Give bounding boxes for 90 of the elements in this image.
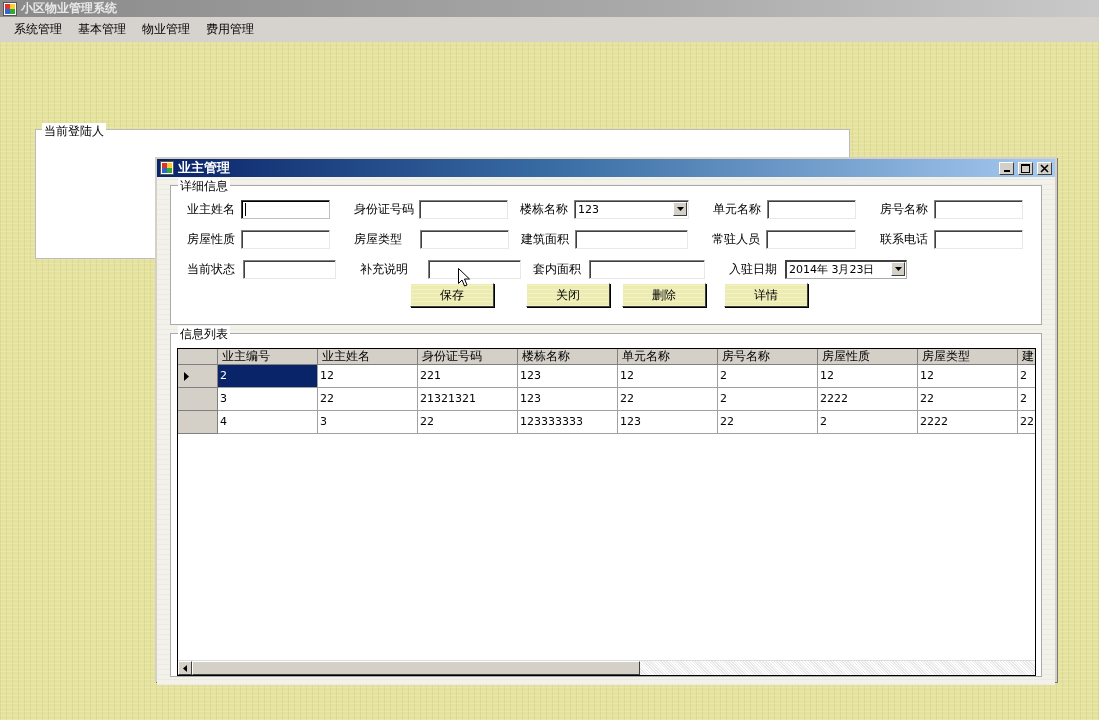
action-button[interactable]: 删除 [622, 283, 706, 307]
table-cell: 3 [318, 411, 418, 434]
text-field[interactable] [419, 199, 509, 219]
table-cell: 2 [1018, 365, 1035, 388]
group-title: 详细信息 [178, 178, 230, 195]
text-field[interactable] [589, 259, 705, 279]
table-cell: 123 [518, 365, 618, 388]
close-icon [1040, 163, 1049, 173]
horizontal-scrollbar[interactable] [178, 660, 1035, 675]
minimize-button[interactable] [999, 161, 1014, 175]
field-label: 套内面积 [532, 260, 582, 278]
table-cell: 2222 [818, 388, 918, 411]
text-field[interactable] [419, 229, 510, 249]
table-cell: 2 [1018, 388, 1035, 411]
table-cell: 12 [918, 365, 1018, 388]
table-cell: 22 [418, 411, 518, 434]
scroll-left-icon [183, 664, 187, 672]
table-cell: 123 [518, 388, 618, 411]
table-cell: 2 [718, 388, 818, 411]
table-cell: 123333333 [518, 411, 618, 434]
child-window-title: 业主管理 [178, 159, 230, 177]
table-cell: 22 [318, 388, 418, 411]
app-icon [160, 161, 174, 175]
table-cell: 3 [218, 388, 318, 411]
close-button[interactable] [1037, 161, 1052, 175]
table-cell: 2 [718, 365, 818, 388]
table-cell: 221 [418, 365, 518, 388]
text-field[interactable] [766, 199, 857, 219]
mouse-pointer-icon [458, 268, 470, 287]
date-picker-field[interactable]: 2014年 3月23日 [785, 259, 907, 279]
column-header[interactable]: 房号名称 [718, 349, 818, 365]
maximize-button[interactable] [1018, 161, 1033, 175]
field-label: 单元名称 [712, 200, 763, 218]
dropdown-field[interactable]: 123 [574, 199, 690, 219]
current-row-icon [184, 371, 189, 381]
text-field[interactable] [240, 199, 330, 219]
field-label: 房屋类型 [353, 230, 404, 248]
table-cell: 2 [818, 411, 918, 434]
action-button[interactable]: 详情 [724, 283, 808, 307]
field-label: 联系电话 [878, 230, 929, 248]
field-label: 当前状态 [186, 260, 236, 278]
field-label: 入驻日期 [728, 260, 778, 278]
field-label: 常驻人员 [711, 230, 762, 248]
column-header[interactable]: 房屋性质 [818, 349, 918, 365]
table-cell: 123 [618, 411, 718, 434]
field-label: 业主姓名 [186, 200, 236, 218]
column-header[interactable]: 房屋类型 [918, 349, 1018, 365]
text-field[interactable] [766, 229, 856, 249]
minimize-icon [1003, 169, 1010, 172]
table-cell: 4 [218, 411, 318, 434]
table-cell: 12 [818, 365, 918, 388]
group-title: 信息列表 [178, 326, 230, 343]
text-field[interactable] [933, 199, 1023, 219]
table-cell: 2 [218, 365, 318, 388]
column-header[interactable]: 身份证号码 [418, 349, 518, 365]
table-cell: 22 [1018, 411, 1035, 434]
menu-item[interactable]: 系统管理 [6, 21, 70, 38]
field-label: 补充说明 [359, 260, 409, 278]
text-field[interactable] [574, 229, 689, 249]
field-label: 楼栋名称 [519, 200, 570, 218]
column-header[interactable]: 单元名称 [618, 349, 718, 365]
column-header[interactable]: 建 [1018, 349, 1035, 365]
table-cell: 2222 [918, 411, 1018, 434]
table-cell: 22 [918, 388, 1018, 411]
field-label: 房号名称 [879, 200, 930, 218]
column-header[interactable]: 业主姓名 [318, 349, 418, 365]
action-button[interactable]: 保存 [410, 283, 494, 307]
field-label: 建筑面积 [520, 230, 571, 248]
table-cell: 12 [618, 365, 718, 388]
menu-item[interactable]: 费用管理 [198, 21, 262, 38]
field-label: 身份证号码 [352, 200, 415, 218]
text-field[interactable] [240, 229, 331, 249]
column-header[interactable]: 业主编号 [218, 349, 318, 365]
table-cell: 21321321 [418, 388, 518, 411]
app-icon [3, 1, 17, 16]
table-cell: 22 [618, 388, 718, 411]
text-field[interactable] [243, 259, 336, 279]
field-label: 房屋性质 [186, 230, 236, 248]
group-title: 当前登陆人 [42, 123, 106, 140]
action-button[interactable]: 关闭 [526, 283, 610, 307]
window-title: 小区物业管理系统 [21, 0, 117, 17]
text-field[interactable] [428, 259, 521, 279]
column-header[interactable]: 楼栋名称 [518, 349, 618, 365]
row-header[interactable] [178, 365, 218, 388]
table-cell: 22 [718, 411, 818, 434]
table-cell: 12 [318, 365, 418, 388]
maximize-icon [1021, 163, 1030, 173]
menu-item[interactable]: 基本管理 [70, 21, 134, 38]
menu-item[interactable]: 物业管理 [134, 21, 198, 38]
text-field[interactable] [933, 229, 1024, 249]
